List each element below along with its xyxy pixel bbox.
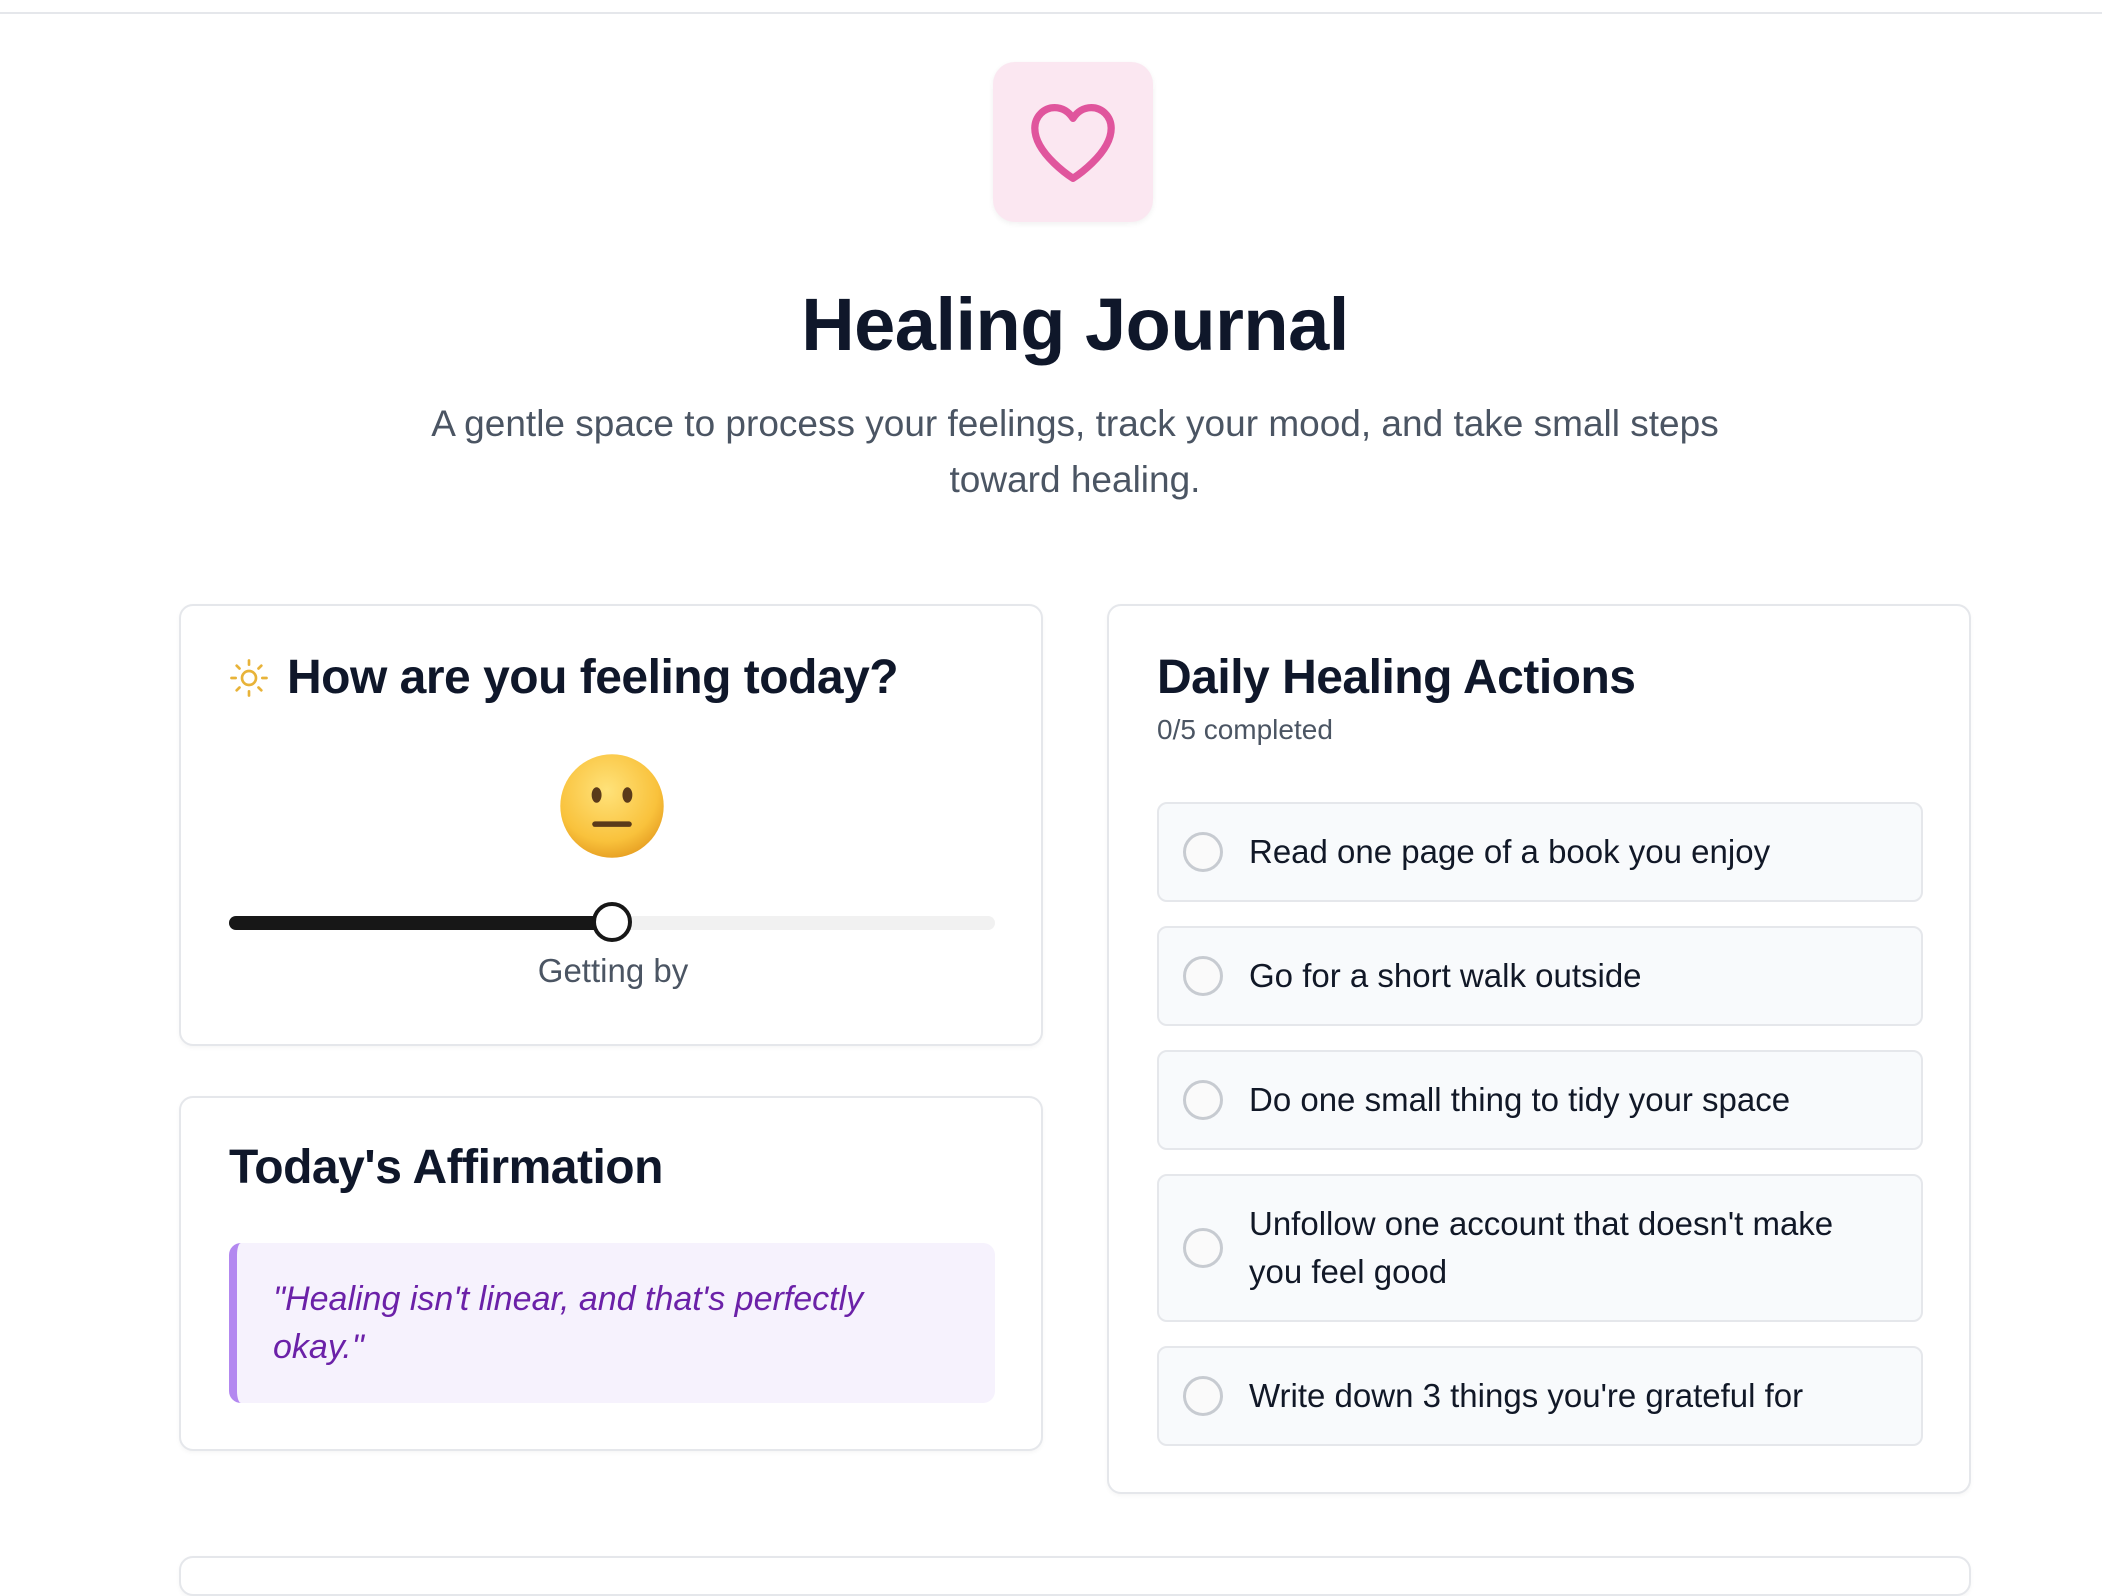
sun-icon [230,658,268,697]
action-item[interactable]: Unfollow one account that doesn't make y… [1157,1174,1923,1322]
page-subtitle: A gentle space to process your feelings,… [431,403,1719,500]
affirmation-quote: "Healing isn't linear, and that's perfec… [229,1243,995,1403]
action-label: Write down 3 things you're grateful for [1249,1377,1804,1414]
mood-header: How are you feeling today? [229,650,899,705]
mood-slider[interactable] [229,902,995,942]
neutral-face-emoji [560,754,664,858]
action-item[interactable]: Write down 3 things you're grateful for [1157,1346,1923,1446]
action-label: Unfollow one account that doesn't make y… [1249,1205,1834,1290]
action-checkbox[interactable] [1183,1080,1223,1120]
action-item[interactable]: Go for a short walk outside [1157,926,1923,1026]
mood-card: How are you feeling today? Getting by [179,604,1043,1046]
action-label: Go for a short walk outside [1249,957,1642,994]
page-title: Healing Journal [801,283,1349,366]
action-checkbox[interactable] [1183,1228,1223,1268]
affirmation-title: Today's Affirmation [229,1141,663,1194]
next-section-card [179,1556,1971,1596]
mood-title: How are you feeling today? [287,651,899,704]
action-label: Read one page of a book you enjoy [1249,833,1771,870]
action-label: Do one small thing to tidy your space [1249,1081,1791,1118]
mood-slider-fill [229,916,612,930]
top-divider [0,12,2102,14]
heart-icon [1031,104,1115,182]
actions-progress: 0/5 completed [1157,714,1333,745]
action-item[interactable]: Do one small thing to tidy your space [1157,1050,1923,1150]
action-checkbox[interactable] [1183,832,1223,872]
mood-slider-thumb[interactable] [592,902,632,942]
actions-list: Read one page of a book you enjoy Go for… [1157,802,1923,1470]
action-checkbox[interactable] [1183,956,1223,996]
action-item[interactable]: Read one page of a book you enjoy [1157,802,1923,902]
actions-card: Daily Healing Actions 0/5 completed Read… [1107,604,1971,1494]
affirmation-card: Today's Affirmation "Healing isn't linea… [179,1096,1043,1451]
action-checkbox[interactable] [1183,1376,1223,1416]
mood-label: Getting by [537,952,689,989]
app-logo [993,62,1153,222]
actions-title: Daily Healing Actions [1157,651,1636,704]
